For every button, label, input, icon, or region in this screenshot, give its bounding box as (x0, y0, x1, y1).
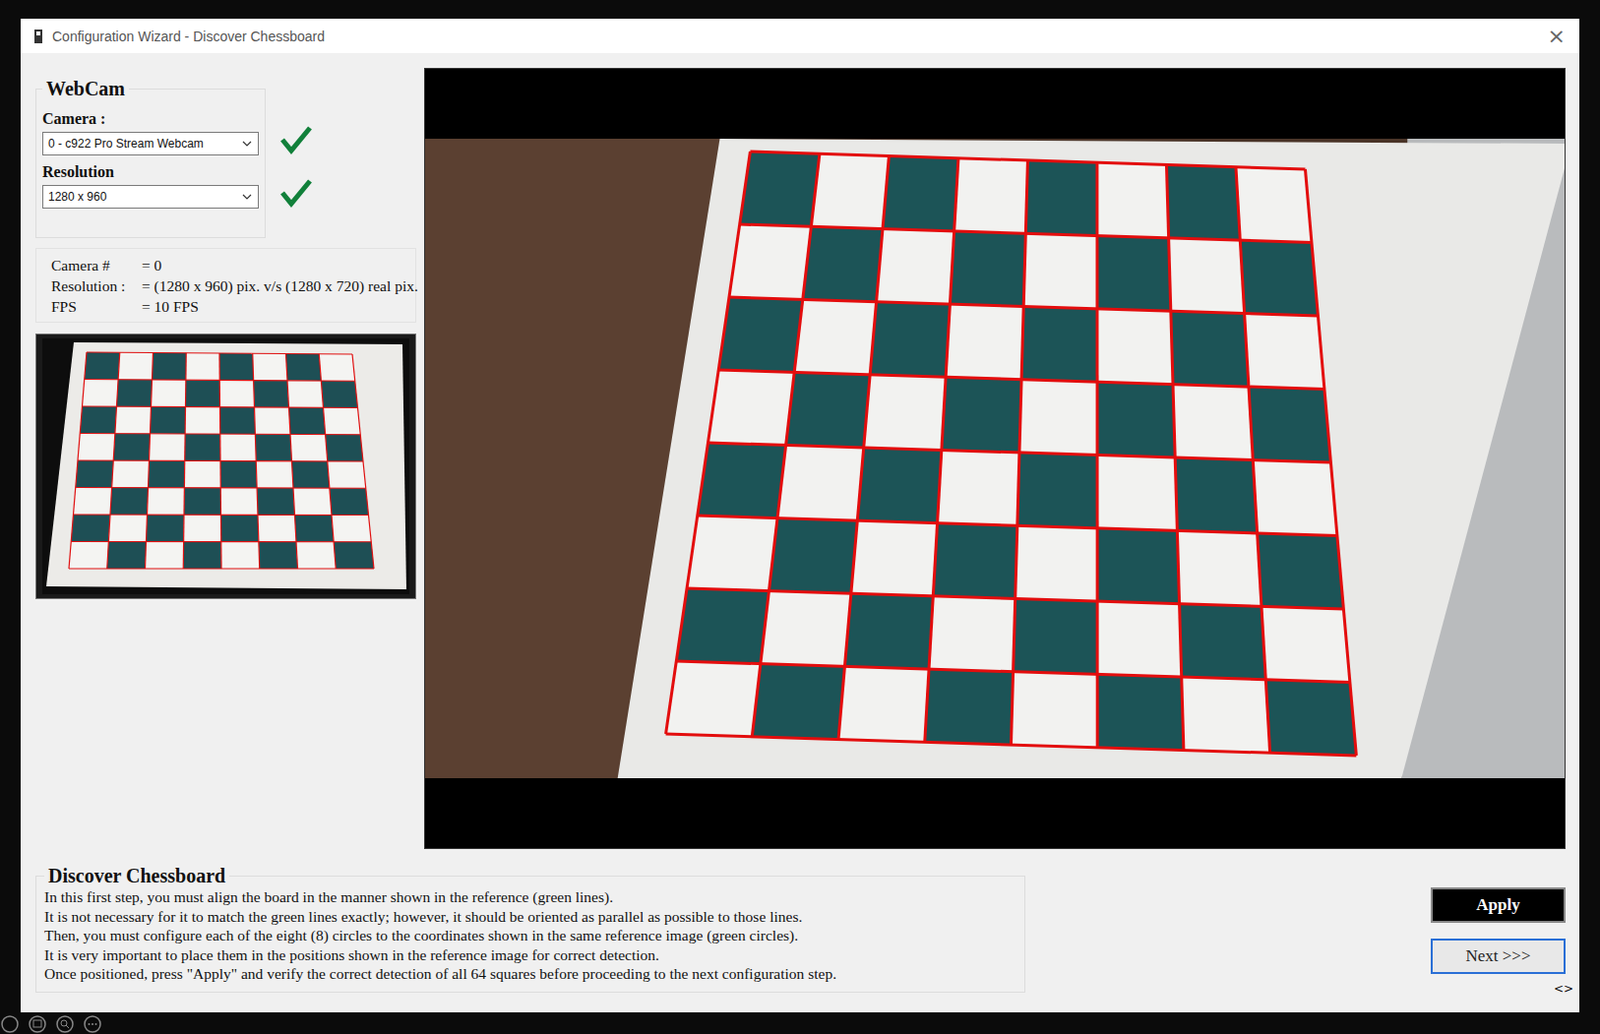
wizard-button[interactable]: Apply (1430, 887, 1566, 924)
info-label: FPS (51, 298, 142, 316)
info-row: Resolution : = (1280 x 960) pix. v/s (12… (51, 277, 416, 296)
bottom-strip (0, 1014, 1580, 1034)
group-title: WebCam (42, 77, 129, 101)
action-buttons: ApplyNext >>> <> (1045, 864, 1566, 996)
reference-image (35, 333, 417, 600)
search-icon[interactable] (55, 1014, 75, 1034)
window-icon[interactable] (27, 1014, 48, 1034)
webcam-row: WebCam Camera : 0 - c922 Pro Stream Webc… (35, 77, 417, 239)
dropdown-value: 0 - c922 Pro Stream Webcam (48, 136, 239, 151)
description-line: In this first step, you must align the b… (44, 887, 1017, 908)
app-icon (32, 28, 45, 45)
check-column (279, 77, 313, 208)
wizard-window: Configuration Wizard - Discover Chessboa… (20, 18, 1580, 1013)
corner-mark[interactable]: <> (1553, 982, 1574, 996)
group-title: Discover Chessboard (44, 864, 230, 888)
wizard-button[interactable]: Next >>> (1430, 938, 1566, 975)
camera-view[interactable] (424, 67, 1566, 850)
chevron-down-icon (242, 193, 252, 200)
description-line: It is very important to place them in th… (44, 945, 1017, 966)
dropdown-value: 1280 x 960 (48, 189, 239, 204)
webcam-group: WebCam Camera : 0 - c922 Pro Stream Webc… (35, 77, 266, 239)
screen: Configuration Wizard - Discover Chessboa… (0, 0, 1600, 1034)
info-value: = (1280 x 960) pix. v/s (1280 x 720) rea… (141, 277, 419, 296)
info-value: = 10 FPS (141, 298, 199, 316)
webcam-field: Camera : 0 - c922 Pro Stream Webcam (42, 110, 259, 156)
description-line: Then, you must configure each of the eig… (44, 925, 1017, 946)
circle-icon[interactable] (0, 1014, 20, 1034)
field-label: Camera : (42, 110, 259, 128)
more-icon[interactable] (82, 1014, 103, 1034)
info-row: FPS = 10 FPS (51, 298, 416, 316)
title-bar: Configuration Wizard - Discover Chessboa… (20, 18, 1580, 54)
info-label: Resolution : (51, 277, 142, 296)
camera-frame (425, 138, 1565, 779)
window-title: Configuration Wizard - Discover Chessboa… (52, 28, 1540, 45)
bottom-area: Discover Chessboard In this first step, … (35, 864, 1566, 996)
chevron-down-icon (242, 140, 252, 147)
description-line: Once positioned, press "Apply" and verif… (44, 964, 1017, 985)
info-row: Camera # = 0 (51, 256, 416, 275)
info-label: Camera # (51, 256, 142, 275)
description-group: Discover Chessboard In this first step, … (35, 864, 1026, 993)
dropdown[interactable]: 0 - c922 Pro Stream Webcam (42, 131, 259, 156)
check-icon (279, 178, 313, 208)
reference-board-image (42, 338, 410, 595)
top-area: WebCam Camera : 0 - c922 Pro Stream Webc… (35, 67, 1566, 850)
close-button[interactable]: × (1547, 25, 1566, 48)
info-value: = 0 (141, 256, 162, 275)
description-line: It is not necessary for it to match the … (44, 907, 1017, 927)
info-box: Camera # = 0 Resolution : = (1280 x 960) … (35, 247, 417, 323)
field-label: Resolution (42, 163, 259, 182)
left-column: WebCam Camera : 0 - c922 Pro Stream Webc… (35, 67, 417, 850)
dropdown[interactable]: 1280 x 960 (42, 184, 259, 209)
check-icon (279, 124, 313, 155)
window-body: WebCam Camera : 0 - c922 Pro Stream Webc… (20, 53, 1580, 1013)
webcam-field: Resolution 1280 x 960 (42, 163, 259, 209)
